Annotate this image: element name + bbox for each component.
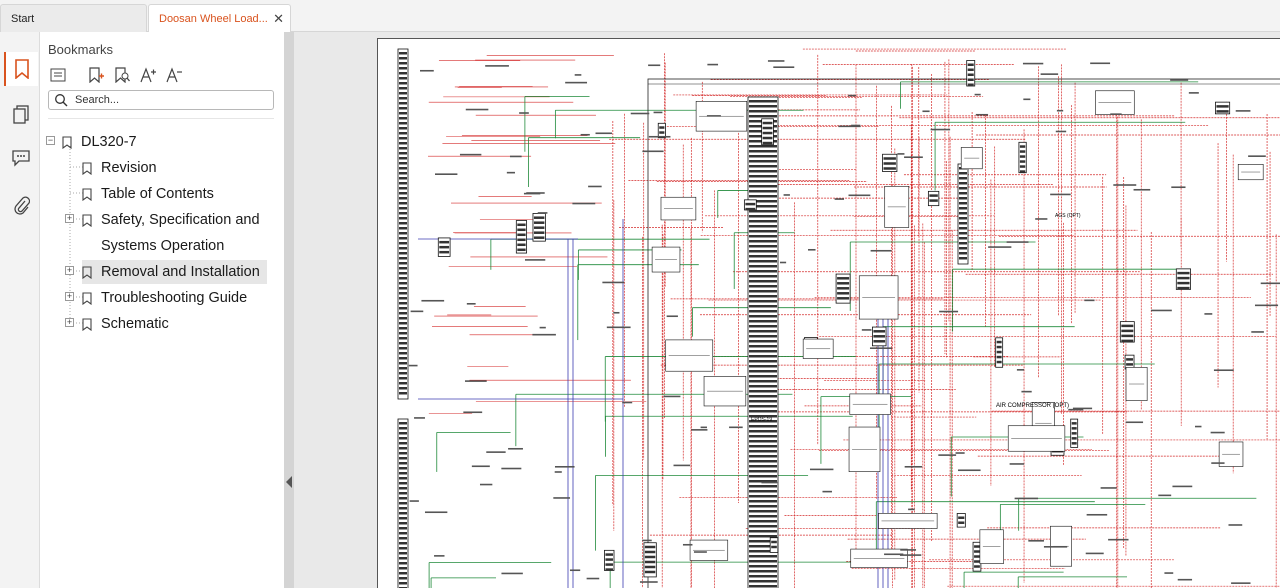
bookmark-item-table-of-contents[interactable]: Table of Contents bbox=[82, 182, 272, 206]
decrease-font-icon bbox=[166, 67, 182, 83]
close-tab-icon[interactable]: ✕ bbox=[273, 5, 284, 33]
bookmark-list-icon bbox=[50, 68, 66, 82]
tab-bar: Start Doosan Wheel Load... ✕ bbox=[0, 0, 1280, 32]
panel-splitter[interactable] bbox=[284, 32, 294, 588]
find-bookmark-button[interactable] bbox=[112, 66, 132, 84]
bookmark-icon bbox=[62, 135, 72, 149]
bookmark-label: DL320-7 bbox=[81, 134, 137, 150]
bookmark-item-revision[interactable]: Revision bbox=[82, 156, 272, 180]
bookmark-label: Safety, Specification and bbox=[101, 212, 260, 228]
expand-toggle[interactable]: + bbox=[65, 292, 74, 301]
tab-label: Start bbox=[11, 13, 35, 25]
bookmark-list-button[interactable] bbox=[48, 66, 68, 84]
bookmark-search-box[interactable] bbox=[48, 90, 274, 110]
find-bookmark-icon bbox=[115, 67, 130, 83]
bookmarks-panel-button[interactable] bbox=[4, 52, 38, 86]
bookmark-item-schematic[interactable]: Schematic bbox=[82, 312, 272, 336]
add-bookmark-icon bbox=[89, 67, 104, 83]
bookmark-root[interactable]: DL320-7 bbox=[62, 130, 262, 154]
bookmark-icon bbox=[82, 317, 92, 331]
bookmark-label: Schematic bbox=[101, 316, 169, 332]
bookmark-item-troubleshooting[interactable]: Troubleshooting Guide bbox=[82, 286, 272, 310]
bookmarks-panel: Bookmarks − bbox=[40, 32, 284, 588]
add-bookmark-button[interactable] bbox=[86, 66, 106, 84]
navigation-rail bbox=[0, 32, 40, 588]
bookmark-label: Table of Contents bbox=[101, 186, 214, 202]
pages-icon bbox=[13, 105, 29, 124]
pages-panel-button[interactable] bbox=[4, 98, 38, 132]
bookmark-icon bbox=[82, 213, 92, 227]
divider bbox=[48, 118, 274, 119]
collapse-panel-icon[interactable] bbox=[286, 476, 292, 488]
increase-font-button[interactable] bbox=[138, 66, 158, 84]
tab-document[interactable]: Doosan Wheel Load... ✕ bbox=[148, 4, 291, 32]
bookmark-label: Troubleshooting Guide bbox=[101, 290, 248, 306]
bookmark-item-safety-line2[interactable]: Systems Operation bbox=[101, 234, 271, 258]
bookmarks-toolbar bbox=[48, 66, 184, 84]
attachments-panel-button[interactable] bbox=[4, 188, 38, 222]
expand-toggle[interactable]: + bbox=[65, 266, 74, 275]
schematic-page: EPOS-19 AIR COMPRESSOR (OPT) AGS (OPT) bbox=[377, 38, 1280, 588]
bookmark-icon bbox=[82, 265, 92, 279]
tab-label: Doosan Wheel Load... bbox=[159, 13, 268, 25]
collapse-toggle[interactable]: − bbox=[46, 136, 55, 145]
comments-icon bbox=[12, 150, 30, 167]
bookmark-label: Revision bbox=[101, 160, 157, 176]
search-icon bbox=[55, 94, 68, 107]
bookmark-item-safety[interactable]: Safety, Specification and bbox=[82, 208, 272, 232]
schematic-label-epos: EPOS-19 bbox=[751, 417, 773, 423]
schematic-label-air-compressor: AIR COMPRESSOR (OPT) bbox=[996, 403, 1070, 409]
bookmark-icon bbox=[82, 187, 92, 201]
bookmark-icon bbox=[82, 161, 92, 175]
schematic-label-ags: AGS (OPT) bbox=[1055, 213, 1081, 219]
comments-panel-button[interactable] bbox=[4, 140, 38, 174]
bookmark-icon bbox=[15, 59, 29, 79]
search-input[interactable] bbox=[73, 93, 263, 107]
bookmark-label: Removal and Installation bbox=[101, 264, 260, 280]
bookmark-label: Systems Operation bbox=[101, 238, 225, 254]
tab-start[interactable]: Start bbox=[0, 4, 147, 32]
increase-font-icon bbox=[140, 67, 156, 83]
expand-toggle[interactable]: + bbox=[65, 214, 74, 223]
electrical-schematic bbox=[397, 48, 1280, 588]
bookmark-item-removal-installation[interactable]: Removal and Installation bbox=[82, 260, 267, 284]
attachments-icon bbox=[14, 196, 30, 215]
decrease-font-button[interactable] bbox=[164, 66, 184, 84]
expand-toggle[interactable]: + bbox=[65, 318, 74, 327]
document-viewer[interactable]: EPOS-19 AIR COMPRESSOR (OPT) AGS (OPT) bbox=[294, 32, 1280, 588]
bookmark-icon bbox=[82, 291, 92, 305]
panel-title: Bookmarks bbox=[48, 42, 114, 57]
